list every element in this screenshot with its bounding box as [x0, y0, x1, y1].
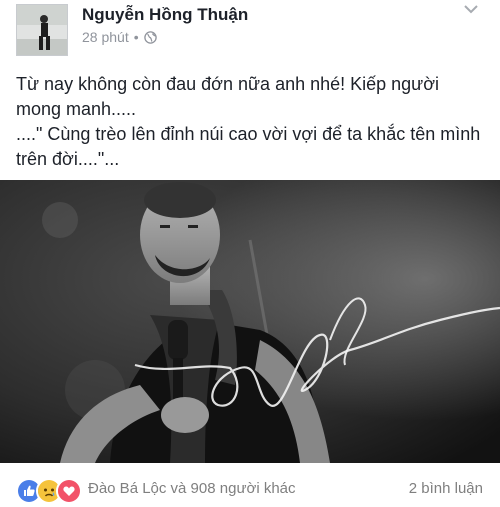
post-meta: 28 phút •	[82, 28, 157, 46]
comments-count[interactable]: 2 bình luận	[409, 480, 483, 497]
post-time[interactable]: 28 phút	[82, 29, 129, 45]
post-header: Nguyễn Hồng Thuận 28 phút •	[0, 0, 500, 62]
post-photo[interactable]	[0, 180, 500, 463]
post-text: Từ nay không còn đau đớn nữa anh nhé! Ki…	[16, 72, 486, 172]
globe-icon	[143, 30, 157, 44]
post-text-line: ...." Cùng trèo lên đỉnh núi cao vời vợi…	[16, 124, 481, 169]
author-name[interactable]: Nguyễn Hồng Thuận	[82, 5, 248, 25]
love-icon	[56, 478, 82, 504]
reaction-icons[interactable]	[16, 478, 82, 504]
reactions-bar: Đào Bá Lộc và 908 người khác 2 bình luận	[0, 474, 500, 504]
reactors-summary[interactable]: Đào Bá Lộc và 908 người khác	[88, 480, 296, 497]
avatar[interactable]	[16, 4, 68, 56]
meta-separator: •	[133, 29, 139, 45]
chevron-down-icon[interactable]	[462, 2, 480, 16]
post-text-line: Từ nay không còn đau đớn nữa anh nhé! Ki…	[16, 74, 440, 119]
